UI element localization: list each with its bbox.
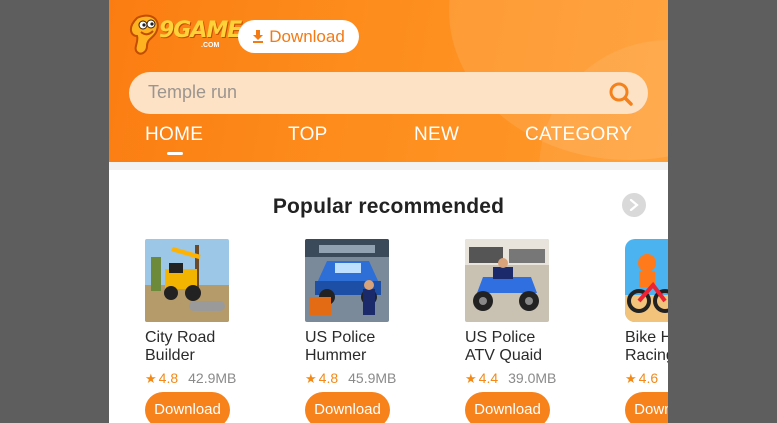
- download-button[interactable]: Download: [145, 392, 230, 423]
- game-card: City Road Builder ★ 4.8 42.9MB Download: [145, 239, 275, 423]
- header: 9GAME .COM Download Temple run HOME TOP …: [109, 0, 668, 162]
- game-meta: ★ 4.8 45.9MB: [305, 370, 396, 387]
- logo[interactable]: 9GAME .COM: [127, 10, 242, 56]
- chevron-right-icon: [629, 199, 639, 211]
- game-rating: 4.8: [158, 370, 179, 386]
- game-card: Bike Hill Racing ★4.6 Download: [625, 239, 668, 423]
- logo-subtext: .COM: [201, 42, 220, 49]
- search-placeholder: Temple run: [148, 82, 238, 102]
- game-name[interactable]: City Road Builder: [145, 329, 265, 365]
- mobile-page: 9GAME .COM Download Temple run HOME TOP …: [109, 0, 668, 423]
- download-button[interactable]: Download: [465, 392, 550, 423]
- game-meta: ★ 4.6: [625, 370, 668, 387]
- game-name[interactable]: US Police ATV Quaid: [465, 329, 585, 365]
- game-size: 42.9MB: [188, 370, 237, 386]
- game-rating: 4.6: [638, 370, 659, 386]
- game-meta: ★ 4.8 42.9MB: [145, 370, 236, 387]
- game-rating: 4.8: [318, 370, 339, 386]
- tab-new[interactable]: NEW: [414, 124, 459, 146]
- star-icon: ★: [465, 371, 477, 386]
- header-download-label: Download: [269, 26, 345, 46]
- game-thumbnail[interactable]: [305, 239, 389, 322]
- section-title: Popular recommended: [272, 195, 505, 218]
- download-icon: [253, 30, 264, 43]
- star-icon: ★: [305, 371, 317, 386]
- header-download-button[interactable]: Download: [238, 20, 359, 53]
- game-card: US Police ATV Quaid ★ 4.4 39.0MB Download: [465, 239, 595, 423]
- game-thumbnail[interactable]: [145, 239, 229, 322]
- search-input[interactable]: Temple run: [129, 72, 648, 114]
- nav-tabs: HOME TOP NEW CATEGORY: [109, 118, 668, 162]
- game-thumbnail[interactable]: [625, 239, 668, 322]
- game-name[interactable]: Bike Hill Racing: [625, 329, 668, 365]
- tab-top[interactable]: TOP: [288, 124, 328, 146]
- game-rating: 4.4: [478, 370, 499, 386]
- download-button[interactable]: Download: [625, 392, 668, 423]
- game-size: 45.9MB: [348, 370, 397, 386]
- game-thumbnail[interactable]: [465, 239, 549, 322]
- game-name[interactable]: US Police Hummer: [305, 329, 425, 365]
- game-card: US Police Hummer ★ 4.8 45.9MB Download: [305, 239, 435, 423]
- star-icon: ★: [145, 371, 157, 386]
- tab-category[interactable]: CATEGORY: [525, 124, 632, 146]
- search-icon[interactable]: [608, 81, 634, 107]
- active-tab-indicator: [167, 152, 183, 155]
- popular-recommended-section: Popular recommended City Road Builder ★ …: [109, 162, 668, 423]
- download-button[interactable]: Download: [305, 392, 390, 423]
- game-size: 39.0MB: [508, 370, 557, 386]
- tab-home[interactable]: HOME: [145, 124, 203, 146]
- game-meta: ★ 4.4 39.0MB: [465, 370, 556, 387]
- logo-text: 9GAME: [159, 18, 242, 43]
- star-icon: ★: [625, 371, 637, 386]
- next-arrow-button[interactable]: [622, 193, 646, 217]
